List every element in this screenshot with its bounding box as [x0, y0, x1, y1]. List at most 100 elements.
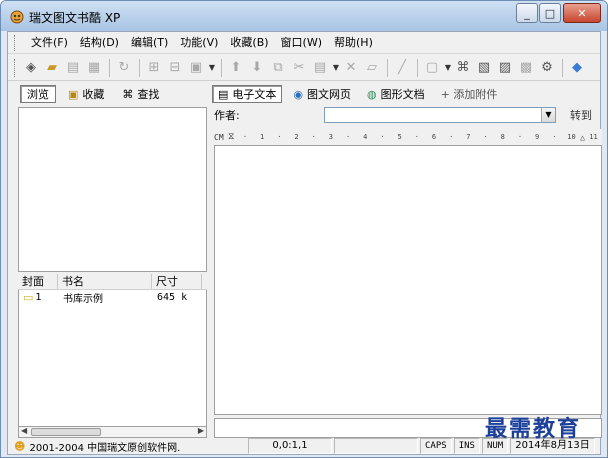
- print-icon[interactable]: ▦: [84, 58, 104, 78]
- ruler-tick: 6: [431, 133, 437, 141]
- page-dropdown-icon[interactable]: ▼: [443, 63, 453, 72]
- watermark-logo: 最需教育: [485, 416, 582, 442]
- ruler-tick: ·: [414, 133, 419, 141]
- arrow-up-icon[interactable]: ⬆: [226, 58, 246, 78]
- tab-browse-label: 浏览: [27, 88, 49, 101]
- cut-icon[interactable]: ✂: [289, 58, 309, 78]
- book-tree-panel[interactable]: [18, 107, 207, 272]
- help-icon[interactable]: ◆: [567, 58, 587, 78]
- binoculars-icon: ⌘: [122, 87, 134, 101]
- toolbar-separator: [562, 58, 563, 77]
- book-name-cell: 书库示例: [63, 294, 103, 305]
- minimize-icon: _: [524, 6, 530, 20]
- tab-ebook-text[interactable]: ▤ 电子文本: [212, 85, 283, 103]
- book-size-cell: 645 k: [157, 292, 188, 303]
- open-folder-icon[interactable]: ▰: [42, 58, 62, 78]
- window-title: 瑞文图文书酷 XP: [29, 11, 121, 25]
- left-tabs: 浏览 ▣ 收藏 ⌘ 查找: [8, 83, 208, 105]
- ruler-tick: 5: [397, 133, 402, 141]
- refresh-icon[interactable]: ↻: [114, 58, 134, 78]
- close-button[interactable]: ✕: [563, 3, 601, 23]
- list-item[interactable]: ▭ 1 书库示例 645 k: [19, 290, 206, 305]
- tab-search[interactable]: ⌘ 查找: [116, 85, 165, 103]
- menu-file[interactable]: 文件(F): [25, 34, 74, 52]
- paste-icon[interactable]: ▤: [310, 58, 330, 78]
- client-area: 文件(F) 结构(D) 编辑(T) 功能(V) 收藏(B) 窗口(W) 帮助(H…: [7, 31, 602, 455]
- ruler-tick: ·: [380, 133, 385, 141]
- title-bar[interactable]: 瑞文图文书酷 XP _ □ ✕: [1, 1, 607, 31]
- insert-icon[interactable]: ⊞: [144, 58, 164, 78]
- image-icon[interactable]: ▧: [474, 58, 494, 78]
- toolbar-separator: [139, 58, 140, 77]
- ruler-tick: 2: [294, 133, 299, 141]
- ruler-tick: ·: [345, 133, 351, 141]
- status-empty: [334, 438, 418, 454]
- toolbar-grip: [14, 58, 17, 77]
- smiley-icon: ☻: [14, 439, 26, 453]
- menu-help[interactable]: 帮助(H): [328, 34, 379, 52]
- copy-icon[interactable]: ⧉: [268, 58, 288, 78]
- column-header-name[interactable]: 书名: [58, 274, 152, 289]
- eraser-icon[interactable]: ▱: [362, 58, 382, 78]
- ruler-tick: 7: [466, 133, 471, 141]
- favorite-icon: ▣: [68, 87, 79, 101]
- pencil-icon[interactable]: ╱: [392, 58, 412, 78]
- tab-browse[interactable]: 浏览: [20, 85, 56, 103]
- scroll-right-icon[interactable]: ▶: [198, 426, 204, 435]
- save-dropdown-icon[interactable]: ▼: [207, 63, 217, 72]
- arrow-down-icon[interactable]: ⬇: [247, 58, 267, 78]
- ruler[interactable]: CM ⧖ · 1 · 2 · 3 · 4 · 5 · 6 · 7 · 8 · 9…: [214, 129, 602, 145]
- cover-cell: ▭ 1: [19, 291, 59, 304]
- ruler-indent-icon[interactable]: ⧖: [228, 132, 234, 142]
- ruler-tick: ·: [277, 133, 282, 141]
- ruler-unit: CM: [214, 132, 224, 142]
- status-position: 0,0:1,1: [248, 438, 332, 454]
- text-editor[interactable]: [214, 145, 602, 415]
- author-select[interactable]: ▼: [324, 107, 556, 123]
- text-doc-icon: ▤: [218, 87, 229, 101]
- tab-webpage[interactable]: ◉ 图文网页: [288, 85, 356, 103]
- folder-icon: ▭: [23, 291, 34, 304]
- settings-icon[interactable]: ⚙: [537, 58, 557, 78]
- menu-edit[interactable]: 编辑(T): [125, 34, 174, 52]
- tag-icon[interactable]: ◈: [21, 58, 41, 78]
- photo-icon[interactable]: ▩: [516, 58, 536, 78]
- ruler-tick: 11: [589, 133, 598, 141]
- graphic-doc-icon: ◍: [367, 87, 377, 101]
- minimize-button[interactable]: _: [516, 3, 538, 23]
- tab-graphic-doc[interactable]: ◍ 图形文档: [362, 85, 430, 103]
- save-icon[interactable]: ▣: [186, 58, 206, 78]
- scroll-left-icon[interactable]: ◀: [21, 426, 27, 435]
- menu-function[interactable]: 功能(V): [174, 34, 224, 52]
- add-attachment-label: + 添加附件: [440, 88, 498, 101]
- column-header-cover[interactable]: 封面: [18, 274, 58, 289]
- maximize-button[interactable]: □: [539, 3, 561, 23]
- status-copyright: ☻ 2001-2004 中国瑞文原创软件网.: [8, 439, 248, 454]
- ruler-tick: 10: [567, 133, 576, 141]
- paste-dropdown-icon[interactable]: ▼: [331, 63, 341, 72]
- maximize-icon: □: [544, 6, 556, 20]
- column-header-size[interactable]: 尺寸: [152, 274, 202, 289]
- page-icon[interactable]: ▢: [422, 58, 442, 78]
- ruler-tick: ·: [552, 133, 557, 141]
- app-window: 瑞文图文书酷 XP _ □ ✕ 文件(F) 结构(D) 编辑(T) 功能(V) …: [0, 0, 608, 458]
- doc-icon[interactable]: ▨: [495, 58, 515, 78]
- book-list: ▭ 1 书库示例 645 k: [18, 290, 207, 426]
- tab-favorites-label: 收藏: [82, 88, 105, 101]
- binoculars-icon[interactable]: ⌘: [453, 58, 473, 78]
- scroll-thumb[interactable]: [31, 428, 101, 436]
- tab-favorites[interactable]: ▣ 收藏: [62, 85, 110, 103]
- add-attachment-button[interactable]: + 添加附件: [436, 85, 503, 103]
- menu-favorites[interactable]: 收藏(B): [224, 34, 274, 52]
- ruler-tick: 9: [535, 133, 540, 141]
- book-list-header: 封面 书名 尺寸: [18, 274, 207, 290]
- menu-grip: [14, 34, 17, 51]
- remove-icon[interactable]: ⊟: [165, 58, 185, 78]
- chevron-down-icon[interactable]: ▼: [541, 108, 555, 122]
- delete-icon[interactable]: ✕: [341, 58, 361, 78]
- menu-structure[interactable]: 结构(D): [74, 34, 125, 52]
- menu-window[interactable]: 窗口(W): [275, 34, 328, 52]
- status-ins: INS: [453, 438, 480, 454]
- edit-icon[interactable]: ▤: [63, 58, 83, 78]
- goto-button[interactable]: 转到: [570, 107, 592, 123]
